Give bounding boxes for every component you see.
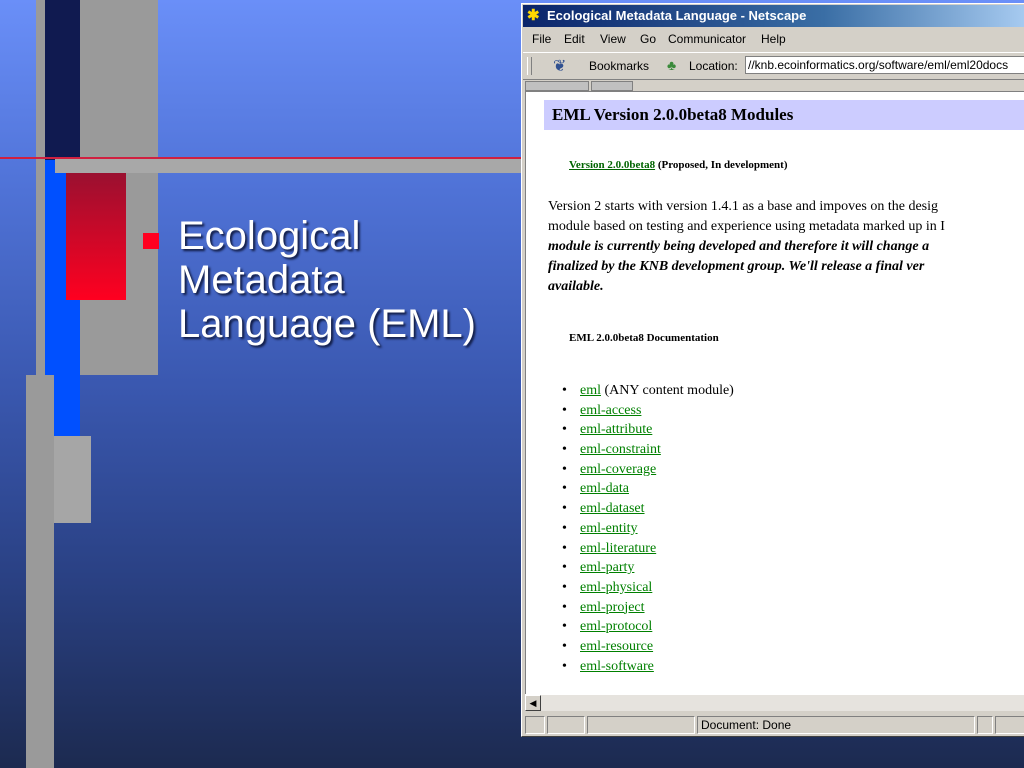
- module-link[interactable]: eml-dataset: [580, 501, 645, 516]
- module-note: (ANY content module): [601, 383, 734, 398]
- list-item: • eml-physical: [562, 579, 653, 595]
- module-link[interactable]: eml-software: [580, 659, 654, 674]
- security-lock-icon[interactable]: [525, 716, 545, 734]
- bookmarks-button[interactable]: Bookmarks: [589, 59, 649, 73]
- list-item: • eml-literature: [562, 540, 657, 556]
- module-link[interactable]: eml-party: [580, 560, 634, 575]
- list-item: • eml-constraint: [562, 442, 661, 458]
- list-item: • eml-party: [562, 560, 635, 576]
- list-item: • eml-project: [562, 599, 645, 615]
- para-line-1: Version 2 starts with version 1.4.1 as a…: [548, 199, 938, 214]
- deco-red-block: [66, 173, 126, 300]
- window-title: Ecological Metadata Language - Netscape: [547, 8, 807, 23]
- menu-file[interactable]: File: [532, 32, 551, 46]
- scroll-left-icon[interactable]: ◀: [525, 695, 541, 711]
- page-heading: EML Version 2.0.0beta8 Modules: [544, 100, 1024, 130]
- module-link[interactable]: eml-access: [580, 403, 641, 418]
- netscape-status-icon[interactable]: [995, 716, 1024, 734]
- module-link[interactable]: eml-coverage: [580, 462, 656, 477]
- netscape-icon: ✱: [527, 7, 540, 24]
- progress-area: [587, 716, 695, 734]
- list-item: • eml-data: [562, 481, 629, 497]
- module-link[interactable]: eml-literature: [580, 541, 656, 556]
- toolbar-tab-2[interactable]: [591, 81, 633, 91]
- version-link[interactable]: Version 2.0.0beta8: [569, 159, 655, 171]
- list-item: • eml-protocol: [562, 619, 653, 635]
- deco-gray-column-low: [49, 436, 91, 523]
- location-input[interactable]: //knb.ecoinformatics.org/software/eml/em…: [745, 56, 1024, 74]
- toolbar-tab-1[interactable]: [525, 81, 589, 91]
- list-item: • eml (ANY content module): [562, 383, 734, 398]
- menu-bar: File Edit View Go Communicator Help: [523, 28, 1024, 50]
- module-link[interactable]: eml-resource: [580, 639, 653, 654]
- location-icon[interactable]: ♣: [667, 57, 676, 73]
- list-item: • eml-dataset: [562, 501, 645, 517]
- menu-edit[interactable]: Edit: [564, 32, 585, 46]
- toolbar-grip[interactable]: [527, 57, 532, 75]
- menu-go[interactable]: Go: [640, 32, 656, 46]
- list-item: • eml-coverage: [562, 461, 657, 477]
- menu-view[interactable]: View: [600, 32, 626, 46]
- module-link[interactable]: eml-project: [580, 600, 645, 615]
- para-line-2: module based on testing and experience u…: [548, 219, 945, 234]
- location-label: Location:: [689, 59, 738, 73]
- page-content: EML Version 2.0.0beta8 Modules Version 2…: [525, 91, 1024, 694]
- module-list: • eml (ANY content module) • eml-access • e…: [562, 381, 734, 676]
- list-item: • eml-access: [562, 402, 642, 418]
- horizontal-scrollbar[interactable]: ◀: [525, 694, 1024, 711]
- list-item: • eml-entity: [562, 520, 638, 536]
- deco-gray-band: [55, 159, 521, 173]
- browser-window: ✱ Ecological Metadata Language - Netscap…: [521, 3, 1024, 737]
- module-link[interactable]: eml-constraint: [580, 442, 661, 457]
- version-line: Version 2.0.0beta8 (Proposed, In develop…: [569, 159, 788, 171]
- para-line-5: available.: [548, 279, 604, 294]
- location-toolbar: ❦ Bookmarks ♣ Location: //knb.ecoinforma…: [523, 52, 1024, 80]
- para-line-4: finalized by the KNB development group. …: [548, 259, 925, 274]
- component-bar-icon[interactable]: [977, 716, 993, 734]
- version-note: (Proposed, In development): [655, 159, 788, 171]
- documentation-heading: EML 2.0.0beta8 Documentation: [569, 332, 719, 344]
- module-link[interactable]: eml-entity: [580, 521, 638, 536]
- status-bar: Document: Done: [523, 714, 1024, 736]
- module-link-eml[interactable]: eml: [580, 383, 601, 398]
- title-bar[interactable]: ✱ Ecological Metadata Language - Netscap…: [523, 5, 1024, 27]
- deco-dark-strip: [45, 0, 80, 160]
- module-link[interactable]: eml-data: [580, 481, 629, 496]
- list-item: • eml-resource: [562, 638, 654, 654]
- slide-bullet-text: Ecological Metadata Language (EML): [178, 214, 476, 346]
- menu-help[interactable]: Help: [761, 32, 786, 46]
- module-link[interactable]: eml-protocol: [580, 619, 652, 634]
- status-text: Document: Done: [701, 718, 792, 732]
- para-line-3: module is currently being developed and …: [548, 239, 930, 254]
- toolbar-tabs: [523, 80, 1024, 91]
- bullet-marker: [143, 233, 159, 249]
- connection-icon[interactable]: [547, 716, 585, 734]
- list-item: • eml-attribute: [562, 422, 653, 438]
- list-item: • eml-software: [562, 658, 654, 674]
- deco-gray-column-bottom: [26, 375, 54, 768]
- bookmarks-icon[interactable]: ❦: [553, 56, 566, 76]
- module-link[interactable]: eml-attribute: [580, 422, 652, 437]
- module-link[interactable]: eml-physical: [580, 580, 652, 595]
- menu-communicator[interactable]: Communicator: [668, 32, 746, 46]
- intro-paragraph: Version 2 starts with version 1.4.1 as a…: [548, 197, 1024, 297]
